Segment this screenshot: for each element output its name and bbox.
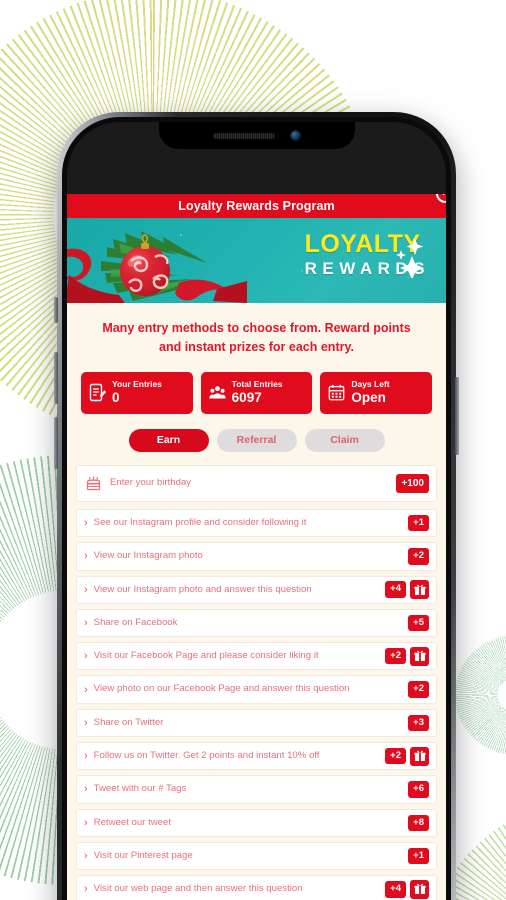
entry-row[interactable]: › View our Instagram photo and answer thi… [76,575,437,604]
modal-titlebar: Loyalty Rewards Program × [67,194,446,218]
points-badge: +2 [408,548,429,565]
promo-banner: LOYALTY REWARDS [67,218,446,303]
chevron-right-icon: › [84,716,88,729]
entry-row[interactable]: › View our Instagram photo +2 [76,542,437,571]
front-camera-icon [291,131,300,140]
gift-icon [410,646,429,666]
birthday-cake-icon [86,476,101,491]
stat-value: 6097 [231,390,262,406]
points-badge: +100 [396,473,429,493]
people-group-icon [209,386,226,399]
stat-label: Days Left [351,378,390,389]
entry-row[interactable]: › View photo on our Facebook Page and ans… [76,675,437,704]
power-button[interactable] [455,377,459,455]
chevron-right-icon: › [84,650,88,663]
entry-row[interactable]: › Retweet our tweet +8 [76,808,437,837]
chevron-right-icon: › [84,683,88,696]
entry-row-label: Visit our Facebook Page and please consi… [93,650,319,662]
stat-card-your-entries: Your Entries 0 [81,371,193,414]
points-badge: +2 [385,747,406,765]
entry-row-label: See our Instagram profile and consider f… [93,516,307,528]
stat-label: Your Entries [112,378,162,389]
stats-row: Your Entries 0 Total Entries 6097 Days L… [67,358,446,414]
notch [158,122,355,149]
entry-row-label: Share on Twitter [93,716,164,728]
loyalty-rewards-app: Loyalty Rewards Program × [67,194,446,900]
page-title: Loyalty Rewards Program [178,199,335,213]
intro-text: Many entry methods to choose from. Rewar… [102,321,411,355]
entry-method-list: Enter your birthday +100 › See our Instag… [67,464,446,900]
entry-row[interactable]: › See our Instagram profile and consider … [76,508,437,538]
sparkle-stars-icon [396,238,424,278]
chevron-right-icon: › [84,517,88,530]
points-badge: +4 [385,881,406,898]
points-badge: +2 [385,648,406,665]
chevron-right-icon: › [84,750,88,763]
stat-label: Total Entries [231,378,283,389]
entry-row-label: Tweet with our # Tags [93,783,187,795]
chevron-right-icon: › [84,883,88,896]
gift-icon [410,580,429,600]
entry-row-label: View our Instagram photo and answer this… [93,583,312,595]
entry-row-label: Share on Facebook [93,616,178,628]
points-badge: +3 [408,714,429,732]
volume-up-button[interactable] [54,352,58,404]
chevron-right-icon: › [84,850,88,863]
speaker-grille-icon [213,132,275,139]
entry-row-label: Retweet our tweet [93,816,171,828]
points-badge: +6 [408,781,429,798]
mute-switch[interactable] [54,297,58,323]
chevron-right-icon: › [84,616,88,629]
entry-row[interactable]: › Share on Facebook +5 [76,608,437,638]
points-badge: +5 [408,614,429,632]
entry-row[interactable]: › Follow us on Twitter. Get 2 points and … [76,742,437,771]
tab-earn[interactable]: Earn [128,428,209,452]
phone-bezel: Loyalty Rewards Program × [62,117,451,900]
points-badge: +1 [408,514,429,532]
entry-row[interactable]: › Visit our Facebook Page and please cons… [76,642,437,671]
chevron-right-icon: › [84,583,88,596]
tab-claim[interactable]: Claim [304,428,385,452]
points-badge: +8 [408,814,429,831]
phone-device-frame: Loyalty Rewards Program × [54,112,459,900]
points-badge: +2 [408,681,429,698]
chevron-right-icon: › [84,783,88,796]
tab-bar: Earn Referral Claim [67,414,446,465]
close-icon[interactable]: × [436,194,446,203]
phone-screen: Loyalty Rewards Program × [67,122,446,900]
birthday-entry-row[interactable]: Enter your birthday +100 [76,464,437,502]
chevron-right-icon: › [84,550,88,563]
tab-referral[interactable]: Referral [216,428,297,452]
clipboard-form-icon [89,384,106,402]
entry-row-label: View photo on our Facebook Page and answ… [93,683,350,695]
stat-value: Open [351,390,386,406]
entry-row[interactable]: › Tweet with our # Tags +6 [76,775,437,804]
points-badge: +1 [408,847,429,865]
entry-row-label: View our Instagram photo [93,550,203,562]
entry-row-label: Visit our web page and then answer this … [93,883,303,895]
chevron-right-icon: › [84,816,88,829]
entry-row-label: Follow us on Twitter. Get 2 points and i… [93,750,320,761]
entry-row[interactable]: › Share on Twitter +3 [76,708,437,737]
birthday-input-placeholder[interactable]: Enter your birthday [110,470,390,496]
stat-value: 0 [112,390,120,406]
entry-row[interactable]: › Visit our Pinterest page +1 [76,841,437,871]
points-badge: +4 [385,581,406,598]
stat-card-total-entries: Total Entries 6097 [200,371,313,414]
gift-icon [410,746,429,766]
sunburst-decoration-right-small [455,635,506,755]
entry-row-label: Visit our Pinterest page [93,849,193,861]
stat-card-days-left: Days Left Open [320,371,433,414]
calendar-icon [329,385,345,401]
gift-icon [410,879,429,899]
volume-down-button[interactable] [54,417,58,469]
loyalty-rewards-logo: LOYALTY REWARDS [305,232,430,278]
entry-row[interactable]: › Visit our web page and then answer this… [76,875,437,900]
entry-rows-container: › See our Instagram profile and consider … [76,508,437,900]
christmas-ornament-illustration [67,231,247,303]
